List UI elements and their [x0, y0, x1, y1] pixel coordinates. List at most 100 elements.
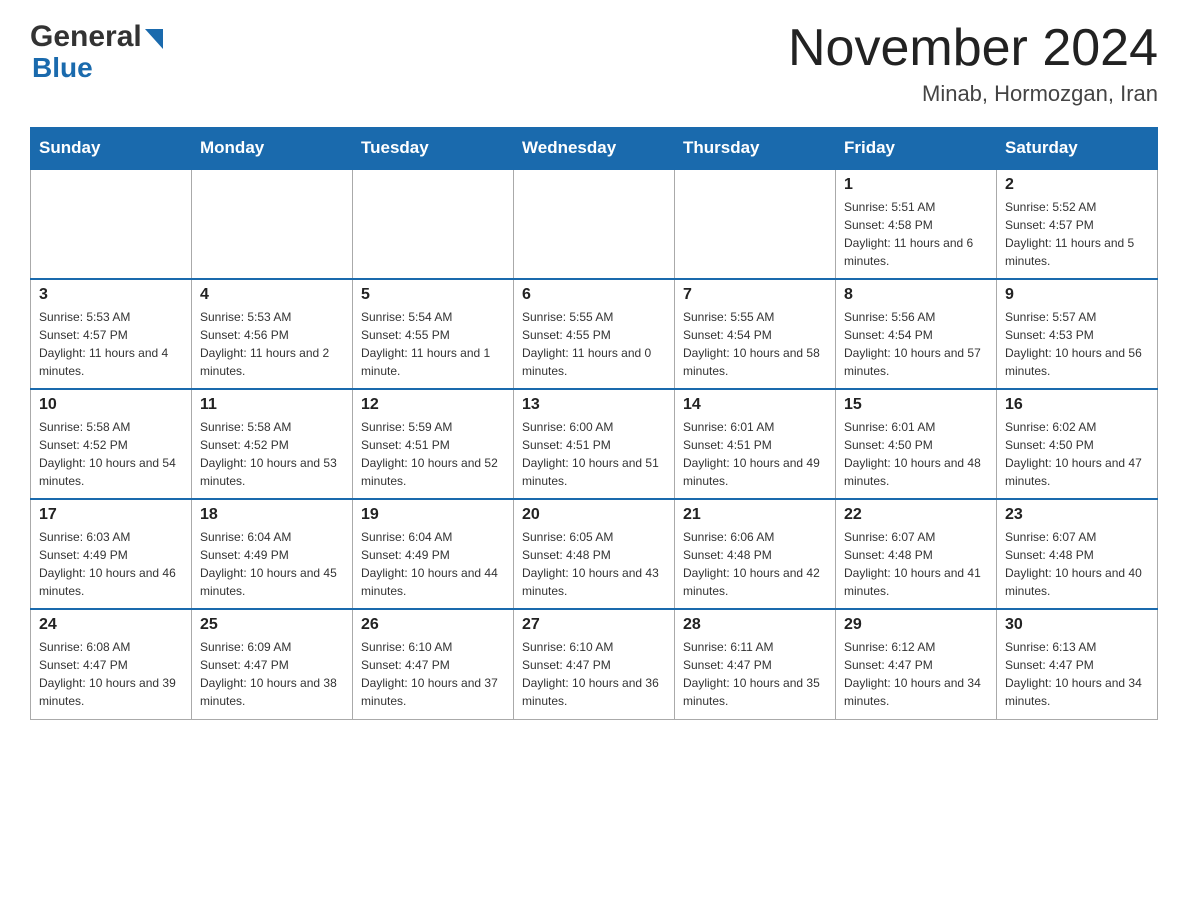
day-number: 29: [844, 616, 988, 634]
day-number: 6: [522, 286, 666, 304]
day-info: Sunrise: 5:54 AMSunset: 4:55 PMDaylight:…: [361, 308, 505, 380]
calendar-cell: [31, 169, 192, 279]
calendar-cell: 8 Sunrise: 5:56 AMSunset: 4:54 PMDaylight…: [836, 279, 997, 389]
weekday-header-wednesday: Wednesday: [514, 128, 675, 170]
weekday-header-thursday: Thursday: [675, 128, 836, 170]
day-info: Sunrise: 6:02 AMSunset: 4:50 PMDaylight:…: [1005, 418, 1149, 490]
calendar-cell: 19 Sunrise: 6:04 AMSunset: 4:49 PMDayligh…: [353, 499, 514, 609]
day-info: Sunrise: 5:55 AMSunset: 4:55 PMDaylight:…: [522, 308, 666, 380]
calendar-cell: [675, 169, 836, 279]
calendar-cell: 9 Sunrise: 5:57 AMSunset: 4:53 PMDaylight…: [997, 279, 1158, 389]
day-number: 1: [844, 176, 988, 194]
calendar-cell: 18 Sunrise: 6:04 AMSunset: 4:49 PMDayligh…: [192, 499, 353, 609]
calendar-cell: 7 Sunrise: 5:55 AMSunset: 4:54 PMDaylight…: [675, 279, 836, 389]
calendar-cell: [192, 169, 353, 279]
day-number: 24: [39, 616, 183, 634]
calendar-cell: 22Sunrise: 6:07 AMSunset: 4:48 PMDayligh…: [836, 499, 997, 609]
calendar-cell: [353, 169, 514, 279]
day-number: 27: [522, 616, 666, 634]
calendar-cell: 6 Sunrise: 5:55 AMSunset: 4:55 PMDaylight…: [514, 279, 675, 389]
day-number: 17: [39, 506, 183, 524]
day-number: 14: [683, 396, 827, 414]
day-info: Sunrise: 5:56 AMSunset: 4:54 PMDaylight:…: [844, 308, 988, 380]
day-info: Sunrise: 5:58 AMSunset: 4:52 PMDaylight:…: [200, 418, 344, 490]
day-info: Sunrise: 6:04 AMSunset: 4:49 PMDaylight:…: [361, 528, 505, 600]
day-number: 30: [1005, 616, 1149, 634]
day-info: Sunrise: 6:01 AMSunset: 4:50 PMDaylight:…: [844, 418, 988, 490]
day-info: Sunrise: 5:53 AMSunset: 4:56 PMDaylight:…: [200, 308, 344, 380]
calendar-cell: 4 Sunrise: 5:53 AMSunset: 4:56 PMDaylight…: [192, 279, 353, 389]
day-number: 11: [200, 396, 344, 414]
day-number: 18: [200, 506, 344, 524]
day-info: Sunrise: 6:09 AMSunset: 4:47 PMDaylight:…: [200, 638, 344, 710]
weekday-header-sunday: Sunday: [31, 128, 192, 170]
calendar-cell: 15Sunrise: 6:01 AMSunset: 4:50 PMDayligh…: [836, 389, 997, 499]
day-info: Sunrise: 6:08 AMSunset: 4:47 PMDaylight:…: [39, 638, 183, 710]
week-row-5: 24 Sunrise: 6:08 AMSunset: 4:47 PMDayligh…: [31, 609, 1158, 719]
location-text: Minab, Hormozgan, Iran: [788, 81, 1158, 107]
day-number: 7: [683, 286, 827, 304]
calendar-cell: 14 Sunrise: 6:01 AMSunset: 4:51 PMDayligh…: [675, 389, 836, 499]
calendar-cell: 13 Sunrise: 6:00 AMSunset: 4:51 PMDayligh…: [514, 389, 675, 499]
day-number: 25: [200, 616, 344, 634]
weekday-header-tuesday: Tuesday: [353, 128, 514, 170]
logo-arrow-icon: [145, 29, 163, 49]
calendar-cell: 25 Sunrise: 6:09 AMSunset: 4:47 PMDayligh…: [192, 609, 353, 719]
calendar-cell: 29 Sunrise: 6:12 AMSunset: 4:47 PMDayligh…: [836, 609, 997, 719]
day-number: 26: [361, 616, 505, 634]
day-number: 9: [1005, 286, 1149, 304]
calendar-cell: 26Sunrise: 6:10 AMSunset: 4:47 PMDayligh…: [353, 609, 514, 719]
day-info: Sunrise: 5:57 AMSunset: 4:53 PMDaylight:…: [1005, 308, 1149, 380]
day-number: 13: [522, 396, 666, 414]
day-number: 16: [1005, 396, 1149, 414]
calendar-cell: 3Sunrise: 5:53 AMSunset: 4:57 PMDaylight…: [31, 279, 192, 389]
calendar-cell: 10 Sunrise: 5:58 AMSunset: 4:52 PMDayligh…: [31, 389, 192, 499]
calendar-table: SundayMondayTuesdayWednesdayThursdayFrid…: [30, 127, 1158, 720]
day-info: Sunrise: 5:55 AMSunset: 4:54 PMDaylight:…: [683, 308, 827, 380]
day-number: 20: [522, 506, 666, 524]
calendar-cell: 16 Sunrise: 6:02 AMSunset: 4:50 PMDayligh…: [997, 389, 1158, 499]
day-info: Sunrise: 6:10 AMSunset: 4:47 PMDaylight:…: [522, 638, 666, 710]
calendar-cell: 2 Sunrise: 5:52 AMSunset: 4:57 PMDaylight…: [997, 169, 1158, 279]
calendar-cell: 12 Sunrise: 5:59 AMSunset: 4:51 PMDayligh…: [353, 389, 514, 499]
day-info: Sunrise: 6:06 AMSunset: 4:48 PMDaylight:…: [683, 528, 827, 600]
day-number: 21: [683, 506, 827, 524]
day-info: Sunrise: 6:12 AMSunset: 4:47 PMDaylight:…: [844, 638, 988, 710]
day-number: 10: [39, 396, 183, 414]
day-info: Sunrise: 6:11 AMSunset: 4:47 PMDaylight:…: [683, 638, 827, 710]
day-info: Sunrise: 5:59 AMSunset: 4:51 PMDaylight:…: [361, 418, 505, 490]
weekday-header-row: SundayMondayTuesdayWednesdayThursdayFrid…: [31, 128, 1158, 170]
day-number: 19: [361, 506, 505, 524]
calendar-cell: 1 Sunrise: 5:51 AMSunset: 4:58 PMDaylight…: [836, 169, 997, 279]
day-number: 8: [844, 286, 988, 304]
calendar-cell: 23Sunrise: 6:07 AMSunset: 4:48 PMDayligh…: [997, 499, 1158, 609]
calendar-cell: 21 Sunrise: 6:06 AMSunset: 4:48 PMDayligh…: [675, 499, 836, 609]
day-info: Sunrise: 6:13 AMSunset: 4:47 PMDaylight:…: [1005, 638, 1149, 710]
calendar-cell: 27 Sunrise: 6:10 AMSunset: 4:47 PMDayligh…: [514, 609, 675, 719]
day-info: Sunrise: 5:51 AMSunset: 4:58 PMDaylight:…: [844, 198, 988, 270]
calendar-cell: 20 Sunrise: 6:05 AMSunset: 4:48 PMDayligh…: [514, 499, 675, 609]
day-info: Sunrise: 6:07 AMSunset: 4:48 PMDaylight:…: [844, 528, 988, 600]
calendar-cell: 11 Sunrise: 5:58 AMSunset: 4:52 PMDayligh…: [192, 389, 353, 499]
day-info: Sunrise: 6:01 AMSunset: 4:51 PMDaylight:…: [683, 418, 827, 490]
day-number: 5: [361, 286, 505, 304]
day-number: 12: [361, 396, 505, 414]
weekday-header-monday: Monday: [192, 128, 353, 170]
day-info: Sunrise: 6:04 AMSunset: 4:49 PMDaylight:…: [200, 528, 344, 600]
calendar-cell: 5 Sunrise: 5:54 AMSunset: 4:55 PMDaylight…: [353, 279, 514, 389]
day-number: 3: [39, 286, 183, 304]
day-info: Sunrise: 6:00 AMSunset: 4:51 PMDaylight:…: [522, 418, 666, 490]
logo: General Blue: [30, 20, 163, 84]
day-number: 2: [1005, 176, 1149, 194]
day-number: 4: [200, 286, 344, 304]
week-row-1: 1 Sunrise: 5:51 AMSunset: 4:58 PMDaylight…: [31, 169, 1158, 279]
day-info: Sunrise: 6:05 AMSunset: 4:48 PMDaylight:…: [522, 528, 666, 600]
calendar-cell: 24 Sunrise: 6:08 AMSunset: 4:47 PMDayligh…: [31, 609, 192, 719]
calendar-cell: 30 Sunrise: 6:13 AMSunset: 4:47 PMDayligh…: [997, 609, 1158, 719]
day-info: Sunrise: 5:52 AMSunset: 4:57 PMDaylight:…: [1005, 198, 1149, 270]
page-header: General Blue November 2024 Minab, Hormoz…: [30, 20, 1158, 107]
week-row-3: 10 Sunrise: 5:58 AMSunset: 4:52 PMDayligh…: [31, 389, 1158, 499]
week-row-2: 3Sunrise: 5:53 AMSunset: 4:57 PMDaylight…: [31, 279, 1158, 389]
day-info: Sunrise: 5:58 AMSunset: 4:52 PMDaylight:…: [39, 418, 183, 490]
weekday-header-friday: Friday: [836, 128, 997, 170]
